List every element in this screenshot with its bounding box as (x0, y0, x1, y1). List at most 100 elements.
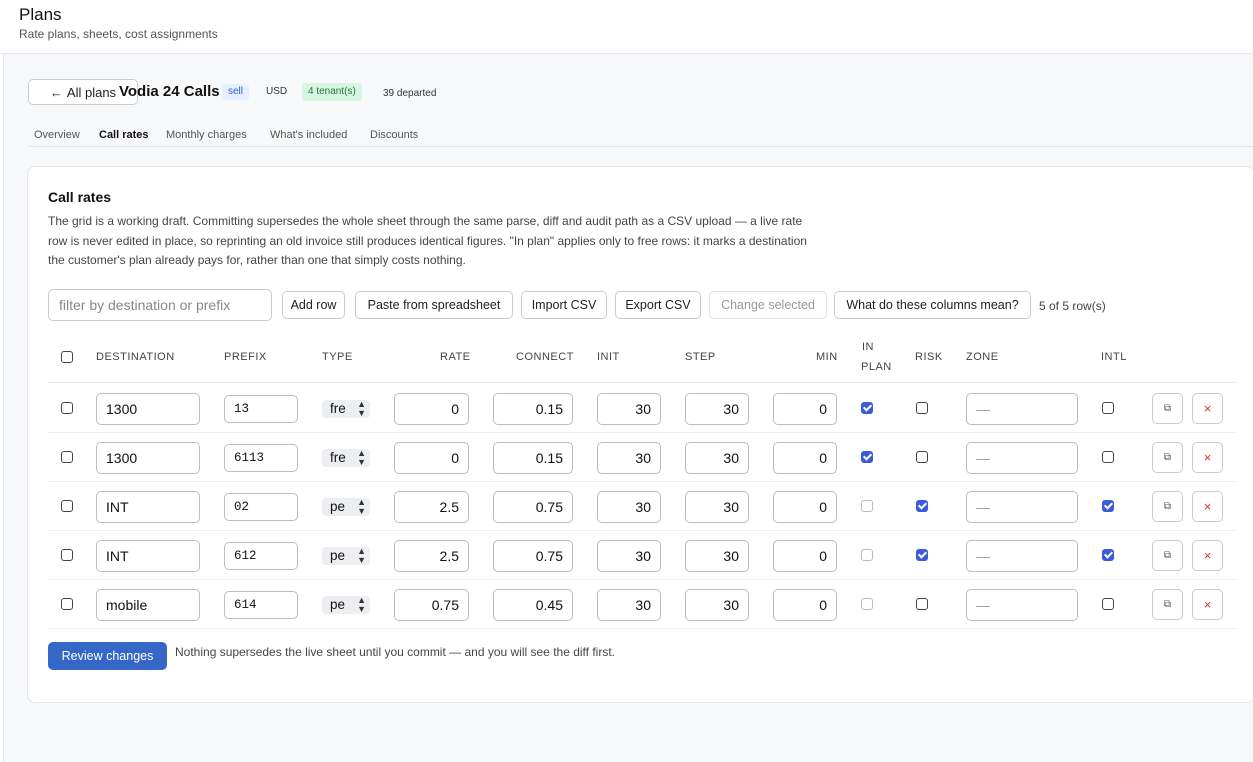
table-row: fre ▲▼ ⧉ × (48, 384, 1236, 433)
type-select[interactable]: pe ▲ ▼ (322, 498, 370, 516)
duplicate-row-button[interactable]: ⧉ (1152, 540, 1183, 571)
tab-monthly-charges[interactable]: Monthly charges (166, 129, 247, 141)
duplicate-row-button[interactable]: ⧉ (1152, 442, 1183, 473)
duplicate-row-button[interactable]: ⧉ (1152, 589, 1183, 620)
delete-icon: × (1203, 499, 1212, 514)
rate-input[interactable] (394, 442, 469, 474)
destination-input[interactable] (96, 393, 200, 425)
tab-overview[interactable]: Overview (34, 129, 80, 141)
paste-from-spreadsheet-button[interactable]: Paste from spreadsheet (355, 291, 513, 319)
col-type: TYPE (322, 351, 353, 363)
row-select-checkbox[interactable] (61, 451, 73, 463)
columns-help-button[interactable]: What do these columns mean? (834, 291, 1031, 319)
row-select-checkbox[interactable] (61, 500, 73, 512)
type-select[interactable]: fre ▲ ▼ (322, 400, 370, 418)
in-plan-checkbox[interactable] (861, 500, 873, 512)
in-plan-checkbox[interactable] (861, 402, 873, 414)
connect-input[interactable] (493, 540, 573, 572)
prefix-input[interactable] (224, 493, 298, 521)
min-input[interactable] (773, 393, 837, 425)
intl-checkbox[interactable] (1102, 598, 1114, 610)
risk-checkbox[interactable] (916, 500, 928, 512)
destination-input[interactable] (96, 491, 200, 523)
delete-row-button[interactable]: × (1192, 540, 1223, 571)
zone-input[interactable] (966, 540, 1078, 572)
row-select-checkbox[interactable] (61, 549, 73, 561)
duplicate-row-button[interactable]: ⧉ (1152, 491, 1183, 522)
delete-row-button[interactable]: × (1192, 589, 1223, 620)
duplicate-row-button[interactable]: ⧉ (1152, 393, 1183, 424)
zone-input[interactable] (966, 491, 1078, 523)
delete-row-button[interactable]: × (1192, 491, 1223, 522)
connect-input[interactable] (493, 491, 573, 523)
type-select[interactable]: fre ▲ ▼ (322, 449, 370, 467)
delete-row-button[interactable]: × (1192, 442, 1223, 473)
row-select-checkbox[interactable] (61, 402, 73, 414)
risk-checkbox[interactable] (916, 598, 928, 610)
connect-input[interactable] (493, 442, 573, 474)
prefix-input[interactable] (224, 444, 298, 472)
step-input[interactable] (685, 393, 749, 425)
change-selected-button[interactable]: Change selected (709, 291, 827, 319)
prefix-input[interactable] (224, 591, 298, 619)
zone-input[interactable] (966, 442, 1078, 474)
review-changes-button[interactable]: Review changes (48, 642, 167, 670)
in-plan-checkbox[interactable] (861, 451, 873, 463)
intl-checkbox[interactable] (1102, 402, 1114, 414)
risk-checkbox[interactable] (916, 402, 928, 414)
init-input[interactable] (597, 393, 661, 425)
rate-input[interactable] (394, 393, 469, 425)
destination-input[interactable] (96, 589, 200, 621)
intl-checkbox[interactable] (1102, 451, 1114, 463)
select-all-checkbox[interactable] (61, 351, 73, 363)
step-input[interactable] (685, 491, 749, 523)
step-input[interactable] (685, 540, 749, 572)
prefix-input[interactable] (224, 395, 298, 423)
min-input[interactable] (773, 442, 837, 474)
tab-call-rates[interactable]: Call rates (99, 129, 149, 141)
in-plan-checkbox[interactable] (861, 598, 873, 610)
destination-input[interactable] (96, 540, 200, 572)
min-input[interactable] (773, 491, 837, 523)
col-prefix: PREFIX (224, 351, 267, 363)
risk-checkbox[interactable] (916, 549, 928, 561)
init-input[interactable] (597, 540, 661, 572)
min-input[interactable] (773, 589, 837, 621)
step-input[interactable] (685, 589, 749, 621)
init-input[interactable] (597, 491, 661, 523)
delete-row-button[interactable]: × (1192, 393, 1223, 424)
intl-checkbox[interactable] (1102, 549, 1114, 561)
zone-input[interactable] (966, 589, 1078, 621)
filter-input[interactable] (48, 289, 272, 321)
type-select[interactable]: pe ▲ ▼ (322, 596, 370, 614)
prefix-input[interactable] (224, 542, 298, 570)
row-select-checkbox[interactable] (61, 598, 73, 610)
intl-checkbox[interactable] (1102, 500, 1114, 512)
init-input[interactable] (597, 442, 661, 474)
in-plan-checkbox[interactable] (861, 549, 873, 561)
type-select-value: pe (330, 499, 346, 514)
delete-icon: × (1203, 597, 1212, 612)
type-select[interactable]: pe ▲ ▼ (322, 547, 370, 565)
risk-checkbox[interactable] (916, 451, 928, 463)
connect-input[interactable] (493, 589, 573, 621)
rate-input[interactable] (394, 589, 469, 621)
add-row-button[interactable]: Add row (282, 291, 345, 319)
tab-discounts[interactable]: Discounts (370, 129, 418, 141)
step-input[interactable] (685, 442, 749, 474)
export-csv-button[interactable]: Export CSV (615, 291, 701, 319)
select-arrows-icon: ▲ ▼ (357, 595, 366, 614)
connect-input[interactable] (493, 393, 573, 425)
page-subtitle: Rate plans, sheets, cost assignments (19, 27, 218, 41)
zone-input[interactable] (966, 393, 1078, 425)
tab-whats-included[interactable]: What's included (270, 129, 347, 141)
rate-input[interactable] (394, 491, 469, 523)
rate-input[interactable] (394, 540, 469, 572)
col-rate: RATE (440, 351, 471, 363)
destination-input[interactable] (96, 442, 200, 474)
import-csv-button[interactable]: Import CSV (521, 291, 607, 319)
duplicate-icon: ⧉ (1163, 452, 1172, 463)
init-input[interactable] (597, 589, 661, 621)
card-description: The grid is a working draft. Committing … (48, 214, 807, 267)
min-input[interactable] (773, 540, 837, 572)
